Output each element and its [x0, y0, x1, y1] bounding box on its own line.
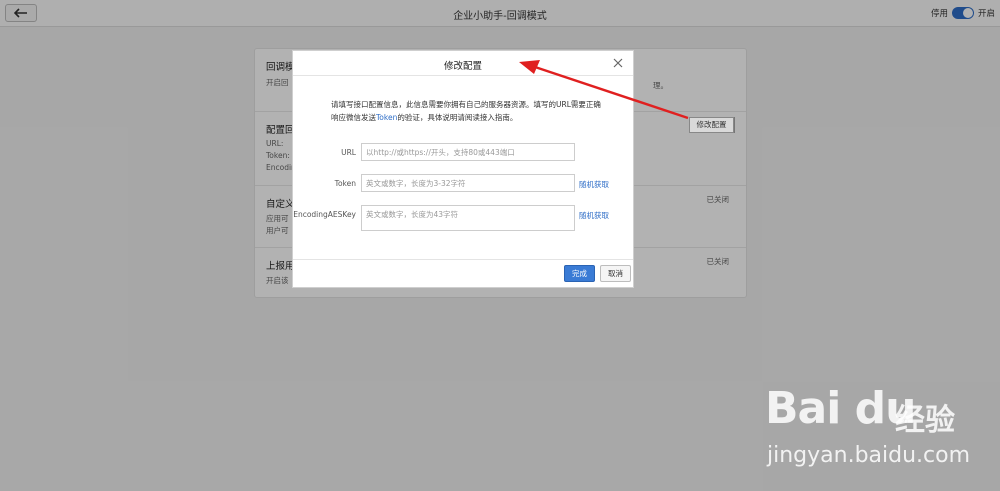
arrow-head [519, 60, 540, 74]
arrow-shaft [534, 65, 689, 120]
watermark-url: jingyan.baidu.com [767, 443, 971, 468]
watermark-cn: 经验 [895, 403, 955, 438]
watermark-logo: Bai du [765, 383, 916, 434]
baidu-watermark: Bai du 经验 jingyan.baidu.com [765, 383, 985, 483]
